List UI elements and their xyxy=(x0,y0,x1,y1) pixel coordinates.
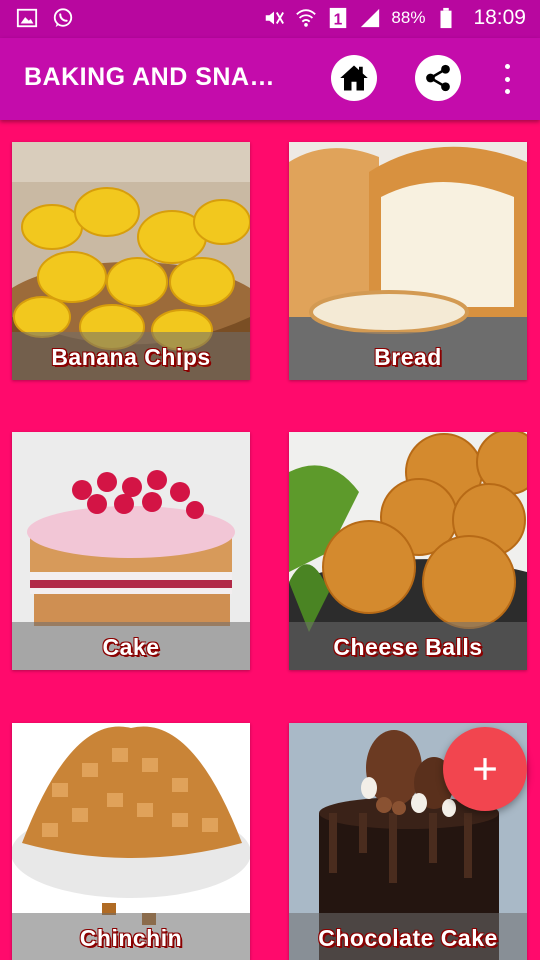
signal-icon xyxy=(361,8,380,28)
home-icon xyxy=(340,65,368,91)
mute-icon xyxy=(266,11,285,25)
battery-percent: 88% xyxy=(391,8,426,27)
battery-icon xyxy=(440,7,452,29)
item-label: Bread xyxy=(374,344,442,370)
item-label: Banana Chips xyxy=(51,344,211,370)
grid-item-bread[interactable]: Bread xyxy=(289,142,527,380)
item-label: Cake xyxy=(102,634,160,660)
status-bar: 1 88% 18:09 xyxy=(0,0,540,38)
overflow-dot xyxy=(504,89,510,94)
overflow-menu-icon xyxy=(504,64,510,69)
overflow-dot xyxy=(504,76,510,82)
wifi-icon xyxy=(296,9,317,27)
item-label: Chocolate Cake xyxy=(318,925,498,951)
sim-icon: 1 xyxy=(330,7,347,28)
recipe-grid: Banana Chips Bread Cake Cheese Balls Chi… xyxy=(0,120,540,960)
add-fab-button[interactable] xyxy=(443,727,527,811)
whatsapp-icon xyxy=(53,8,73,28)
plus-icon xyxy=(474,758,496,780)
grid-item-cake[interactable]: Cake xyxy=(12,432,250,670)
gallery-icon xyxy=(16,8,38,28)
clock: 18:09 xyxy=(473,6,526,29)
sim-badge: 1 xyxy=(334,11,343,28)
app-title: BAKING AND SNA… xyxy=(24,63,276,91)
grid-item-banana-chips[interactable]: Banana Chips xyxy=(12,142,250,380)
grid-item-cheese-balls[interactable]: Cheese Balls xyxy=(289,432,527,670)
home-button[interactable] xyxy=(331,55,377,101)
grid-item-chinchin[interactable]: Chinchin xyxy=(12,723,250,960)
overflow-menu-button[interactable] xyxy=(497,64,517,94)
share-icon xyxy=(426,64,450,92)
item-label: Chinchin xyxy=(79,925,183,951)
app-bar: BAKING AND SNA… xyxy=(0,38,540,120)
item-label: Cheese Balls xyxy=(333,634,483,660)
share-button[interactable] xyxy=(415,55,461,101)
